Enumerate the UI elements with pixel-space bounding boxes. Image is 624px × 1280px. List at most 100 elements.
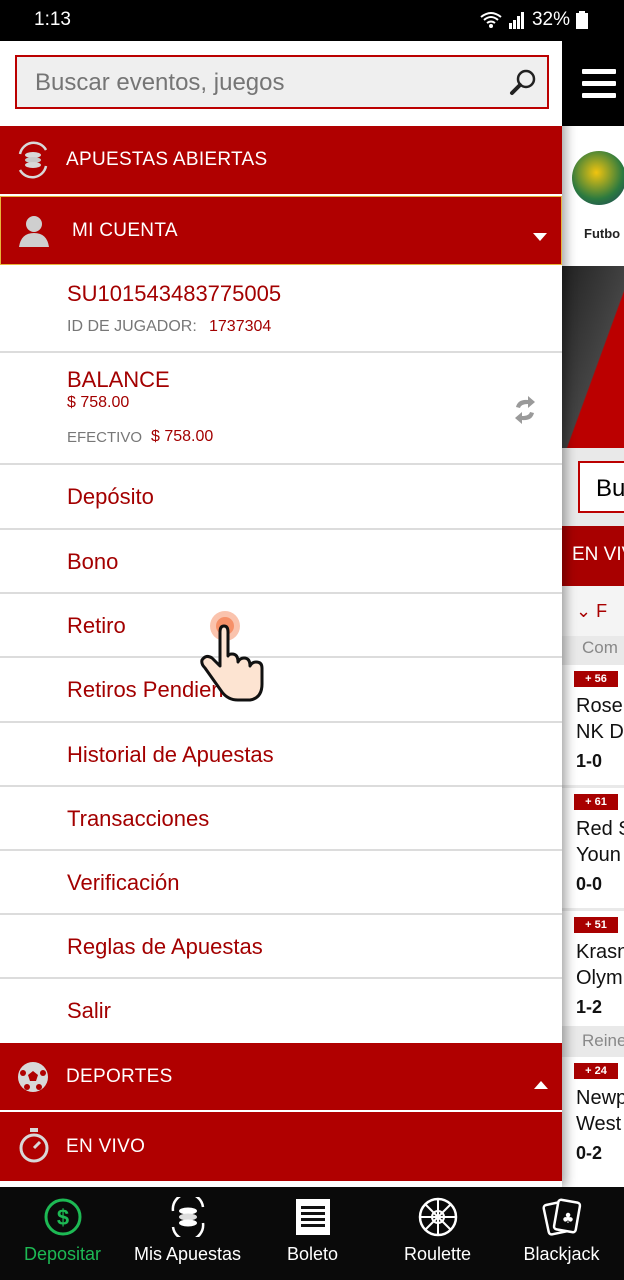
wifi-icon xyxy=(480,12,502,28)
live-minute-badge: + 56 xyxy=(574,671,618,687)
live-minute-badge: + 24 xyxy=(574,1063,618,1079)
balance-label: BALANCE xyxy=(67,367,170,392)
team-1: Krasn xyxy=(576,941,624,963)
match-row[interactable]: + 61 Red S Youn 0-0 xyxy=(562,788,624,908)
match-row[interactable]: + 56 Rose NK D 1-0 xyxy=(562,665,624,785)
cash-value: $ 758.00 xyxy=(151,428,214,445)
caret-up-icon xyxy=(534,1073,548,1095)
tab-my-bets-label: Mis Apuestas xyxy=(133,1244,242,1264)
hamburger-menu-icon[interactable] xyxy=(582,69,616,105)
user-icon xyxy=(17,213,51,253)
logout-label: Salir xyxy=(67,998,112,1023)
tab-deposit-label: Depositar xyxy=(23,1244,102,1264)
bet-history-label: Historial de Apuestas xyxy=(67,742,274,767)
coins-refresh-icon xyxy=(167,1192,209,1242)
tab-deposit[interactable]: $ Depositar xyxy=(0,1187,125,1280)
search-box xyxy=(15,55,549,109)
bonus-label: Bono xyxy=(67,549,119,574)
competition-label: Com xyxy=(582,638,618,657)
deposit-link[interactable]: Depósito xyxy=(0,465,562,530)
my-account-item[interactable]: MI CUENTA xyxy=(0,196,562,265)
status-time: 1:13 xyxy=(34,9,71,30)
status-indicators: 32% xyxy=(480,9,588,31)
my-account-label: MI CUENTA xyxy=(72,220,178,241)
pending-withdrawals-link[interactable]: Retiros Pendientes xyxy=(0,658,562,723)
side-drawer: APUESTAS ABIERTAS MI CUENTA SU1015434837… xyxy=(0,41,562,1187)
account-id-block: SU101543483775005 ID DE JUGADOR: 1737304 xyxy=(0,265,562,353)
sports-item[interactable]: DEPORTES xyxy=(0,1043,562,1110)
transactions-label: Transacciones xyxy=(67,806,210,831)
promo-banner[interactable] xyxy=(562,266,624,448)
cash-label: EFECTIVO xyxy=(67,429,143,446)
open-bets-item[interactable]: APUESTAS ABIERTAS xyxy=(0,126,562,194)
svg-text:♣: ♣ xyxy=(561,1211,574,1227)
status-bar: 1:13 32% xyxy=(0,0,624,41)
live-minute-badge: + 51 xyxy=(574,917,618,933)
background-header xyxy=(562,41,624,126)
coins-refresh-icon xyxy=(14,140,52,186)
live-item[interactable]: EN VIVO xyxy=(0,1112,562,1181)
sport-card[interactable]: Futbo xyxy=(562,126,624,266)
match-score: 0-0 xyxy=(576,874,603,894)
team-2: NK D xyxy=(576,721,624,743)
cards-icon: ♣ xyxy=(541,1197,582,1242)
bonus-link[interactable]: Bono xyxy=(0,530,562,594)
roulette-icon xyxy=(418,1197,458,1242)
verification-label: Verificación xyxy=(67,870,180,895)
tap-pointer-icon xyxy=(198,608,268,709)
match-row[interactable]: + 51 Krasn Olym 1-2 xyxy=(562,911,624,1026)
filter-label: F xyxy=(596,601,608,621)
transactions-link[interactable]: Transacciones xyxy=(0,787,562,851)
battery-icon xyxy=(576,11,588,29)
betting-rules-label: Reglas de Apuestas xyxy=(67,934,263,959)
tab-my-bets[interactable]: Mis Apuestas xyxy=(125,1187,250,1280)
live-label: EN VIVO xyxy=(66,1136,146,1157)
username: SU101543483775005 xyxy=(67,281,282,306)
sports-label: DEPORTES xyxy=(66,1066,173,1087)
background-filter-row[interactable]: ⌄ F xyxy=(562,586,624,636)
svg-text:$: $ xyxy=(56,1205,68,1230)
verification-link[interactable]: Verificación xyxy=(0,851,562,915)
signal-icon xyxy=(508,12,524,29)
search-icon[interactable] xyxy=(509,68,537,101)
match-score: 0-2 xyxy=(576,1143,603,1163)
region-label: Reine xyxy=(582,1031,624,1050)
refresh-icon[interactable] xyxy=(512,395,538,430)
withdraw-label: Retiro xyxy=(67,613,126,638)
soccer-ball-icon xyxy=(17,1061,49,1099)
background-page: Futbo Bu EN VIV ⌄ F Com + 56 Rose NK D 1… xyxy=(562,41,624,1187)
search-input[interactable] xyxy=(33,65,497,101)
team-2: Olym xyxy=(576,967,623,989)
tab-blackjack-label: Blackjack xyxy=(523,1244,600,1264)
team-1: Rose xyxy=(576,695,623,717)
team-2: Youn xyxy=(576,844,621,866)
tab-blackjack[interactable]: ♣ Blackjack xyxy=(499,1187,624,1280)
live-minute-badge: + 61 xyxy=(574,794,618,810)
match-row[interactable]: + 24 Newp West 0-2 xyxy=(562,1057,624,1187)
withdraw-link[interactable]: Retiro xyxy=(0,594,562,658)
logout-link[interactable]: Salir xyxy=(0,979,562,1043)
balance-block: BALANCE $ 758.00 EFECTIVO $ 758.00 xyxy=(0,353,562,465)
background-live-header: EN VIV xyxy=(562,526,624,586)
player-id-label: ID DE JUGADOR: xyxy=(67,318,197,335)
background-search[interactable]: Bu xyxy=(578,461,624,513)
deposit-label: Depósito xyxy=(67,484,154,509)
ticket-icon xyxy=(294,1197,332,1242)
battery-percent: 32% xyxy=(531,9,570,30)
tab-ticket[interactable]: Boleto xyxy=(250,1187,375,1280)
tab-roulette[interactable]: Roulette xyxy=(375,1187,500,1280)
betting-rules-link[interactable]: Reglas de Apuestas xyxy=(0,915,562,979)
soccer-player-image xyxy=(572,151,624,205)
team-2: West xyxy=(576,1113,622,1135)
tab-roulette-label: Roulette xyxy=(403,1244,472,1264)
chevron-down-icon: ⌄ xyxy=(576,601,597,621)
bet-history-link[interactable]: Historial de Apuestas xyxy=(0,723,562,787)
player-id-value: 1737304 xyxy=(209,318,272,335)
stopwatch-icon xyxy=(18,1128,50,1170)
open-bets-label: APUESTAS ABIERTAS xyxy=(66,149,268,170)
dollar-icon: $ xyxy=(43,1197,83,1242)
match-score: 1-2 xyxy=(576,997,603,1017)
tab-ticket-label: Boleto xyxy=(286,1244,339,1264)
team-1: Red S xyxy=(576,818,624,840)
balance-value: $ 758.00 xyxy=(67,394,130,411)
